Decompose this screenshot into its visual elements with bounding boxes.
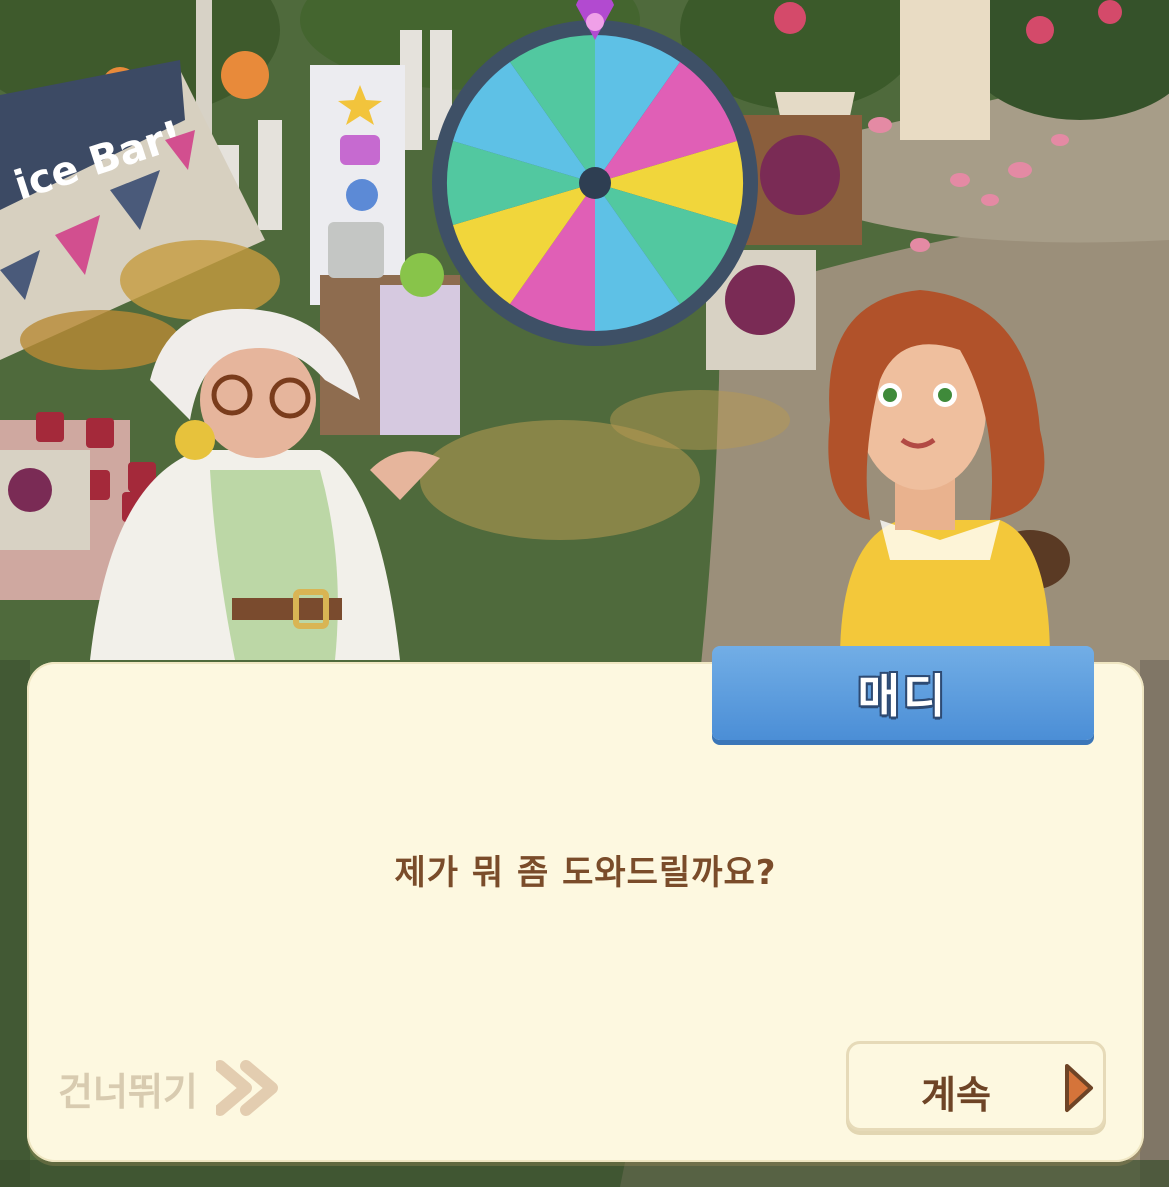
speaker-name: 매디 (857, 669, 949, 723)
double-chevron-right-icon (215, 1060, 278, 1116)
dialog-message: 제가 뭐 좀 도와드릴까요? (394, 853, 777, 893)
continue-button[interactable]: 계속 (846, 1041, 1106, 1131)
play-arrow-icon (1065, 1064, 1093, 1112)
skip-button[interactable]: 건너뛰기 (58, 1058, 280, 1118)
continue-label: 계속 (921, 1073, 991, 1117)
speaker-name-tab: 매디 (712, 646, 1094, 740)
skip-label: 건너뛰기 (58, 1069, 198, 1114)
